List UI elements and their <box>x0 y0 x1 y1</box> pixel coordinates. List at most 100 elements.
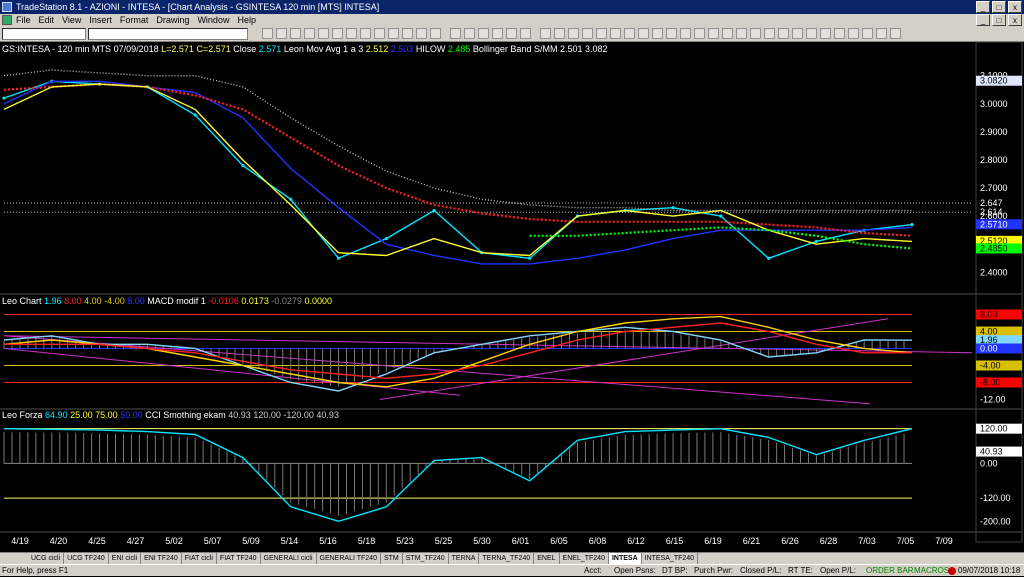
status-bar: For Help, press F1 Acct: Open Psns: DT B… <box>0 564 1024 576</box>
workspace-icon[interactable] <box>652 28 663 39</box>
menu-file[interactable]: File <box>16 14 31 27</box>
menu-drawing[interactable]: Drawing <box>156 14 189 27</box>
menu-window[interactable]: Window <box>197 14 229 27</box>
child-restore-icon[interactable]: □ <box>992 14 1006 26</box>
tab-generali-cicli[interactable]: GENERALI cicli <box>261 553 317 564</box>
trendline[interactable] <box>3 335 871 405</box>
scanner-icon[interactable] <box>722 28 733 39</box>
tab-enel[interactable]: ENEL <box>534 553 560 564</box>
bar-icon[interactable] <box>540 28 551 39</box>
tab-terna[interactable]: TERNA <box>449 553 480 564</box>
tab-stm-tf240[interactable]: STM_TF240 <box>403 553 449 564</box>
close-icon[interactable]: x <box>1008 1 1022 13</box>
grid-icon[interactable] <box>520 28 531 39</box>
macros-button[interactable]: MACROS <box>914 565 949 577</box>
strategy-icon[interactable] <box>388 28 399 39</box>
box-icon[interactable] <box>848 28 859 39</box>
link-icon[interactable] <box>750 28 761 39</box>
child-close-icon[interactable]: x <box>1008 14 1022 26</box>
maximize-icon[interactable]: □ <box>992 1 1006 13</box>
histogram-icon[interactable] <box>610 28 621 39</box>
order-icon[interactable] <box>666 28 677 39</box>
forza-badge-label: 120.00 <box>980 424 1008 434</box>
chart-area[interactable]: 3.10003.00002.90002.80002.70002.60002.50… <box>0 41 1024 552</box>
mov-avg-label: Leon Mov Avg 1 a 3 <box>283 44 364 54</box>
expand-icon[interactable] <box>478 28 489 39</box>
forza-tick-label: -120.00 <box>980 493 1011 503</box>
news-icon[interactable] <box>694 28 705 39</box>
tab-stm[interactable]: STM <box>381 553 403 564</box>
help-icon[interactable] <box>890 28 901 39</box>
dot-chart-icon[interactable] <box>582 28 593 39</box>
menu-edit[interactable]: Edit <box>39 14 55 27</box>
date-tick-label: 5/16 <box>319 536 337 546</box>
alert-icon[interactable] <box>638 28 649 39</box>
menu-insert[interactable]: Insert <box>89 14 112 27</box>
pin-icon[interactable] <box>820 28 831 39</box>
cell-icon[interactable] <box>862 28 873 39</box>
macd-value-2: 0.0173 <box>241 296 269 306</box>
text-tool-icon[interactable] <box>304 28 315 39</box>
crosshair-icon[interactable] <box>262 28 273 39</box>
palette-icon[interactable] <box>778 28 789 39</box>
price-badge-label: 3.0820 <box>980 76 1008 86</box>
price-tick-label: 2.7000 <box>980 183 1008 193</box>
trendline-icon[interactable] <box>290 28 301 39</box>
bar-chart-icon[interactable] <box>346 28 357 39</box>
account-icon[interactable] <box>680 28 691 39</box>
forza-status-line: Leo Forza 64.90 25.00 75.00 50.00 CCI Sm… <box>2 410 339 421</box>
format-icon[interactable] <box>416 28 427 39</box>
matrix-icon[interactable] <box>736 28 747 39</box>
forza-label: Leo Forza <box>2 410 43 420</box>
tab-ucg-tf240[interactable]: UCG TF240 <box>64 553 109 564</box>
tab-generali-tf240[interactable]: GENERALI TF240 <box>317 553 381 564</box>
tab-eni-tf240[interactable]: ENI TF240 <box>141 553 182 564</box>
compress-icon[interactable] <box>492 28 503 39</box>
candle-icon[interactable] <box>554 28 565 39</box>
tab-intesa-tf240[interactable]: INTESA_TF240 <box>642 553 699 564</box>
data-window-icon[interactable] <box>402 28 413 39</box>
indicator-icon[interactable] <box>374 28 385 39</box>
interval-dropdown[interactable] <box>88 28 248 40</box>
pointer-icon[interactable] <box>276 28 287 39</box>
child-minimize-icon[interactable]: _ <box>976 14 990 26</box>
settings-icon[interactable] <box>624 28 635 39</box>
price-symbol: GS:INTESA - 120 min <box>2 44 90 54</box>
tab-fiat-tf240[interactable]: FIAT TF240 <box>217 553 261 564</box>
price-tick-label: 2.9000 <box>980 127 1008 137</box>
zoom-out-icon[interactable] <box>332 28 343 39</box>
leo-value-3: 4.00 <box>84 296 102 306</box>
forza-value-2: 25.00 <box>70 410 93 420</box>
tab-fiat-cicli[interactable]: FIAT cicli <box>182 553 217 564</box>
tab-enel-tf240[interactable]: ENEL_TF240 <box>560 553 609 564</box>
symbol-input[interactable] <box>2 28 86 40</box>
menu-format[interactable]: Format <box>120 14 149 27</box>
tab-terna-tf240[interactable]: TERNA_TF240 <box>479 553 535 564</box>
zoom-in-icon[interactable] <box>318 28 329 39</box>
toolbar <box>0 27 1024 42</box>
refresh-icon[interactable] <box>430 28 441 39</box>
date-tick-label: 4/27 <box>127 536 145 546</box>
tab-eni-cicli[interactable]: ENI cicli <box>109 553 142 564</box>
menu-help[interactable]: Help <box>237 14 256 27</box>
bollinger-value-2: 3.082 <box>585 44 608 54</box>
menu-view[interactable]: View <box>62 14 81 27</box>
point-figure-icon[interactable] <box>568 28 579 39</box>
line-chart-icon[interactable] <box>360 28 371 39</box>
date-tick-label: 4/19 <box>11 536 29 546</box>
rt-te-label: RT TE: <box>788 566 813 575</box>
print-icon[interactable] <box>506 28 517 39</box>
order-bar-button[interactable]: ORDER BAR <box>866 565 914 577</box>
color-icon[interactable] <box>764 28 775 39</box>
window-icon[interactable] <box>792 28 803 39</box>
table-icon[interactable] <box>876 28 887 39</box>
arrow-icon[interactable] <box>834 28 845 39</box>
tab-intesa[interactable]: INTESA <box>608 553 642 564</box>
scroll-right-icon[interactable] <box>464 28 475 39</box>
quote-icon[interactable] <box>708 28 719 39</box>
volume-icon[interactable] <box>596 28 607 39</box>
minimize-icon[interactable]: _ <box>976 1 990 13</box>
snapshot-icon[interactable] <box>806 28 817 39</box>
tab-ucg-cicli[interactable]: UCG cicli <box>28 553 65 564</box>
scroll-left-icon[interactable] <box>450 28 461 39</box>
